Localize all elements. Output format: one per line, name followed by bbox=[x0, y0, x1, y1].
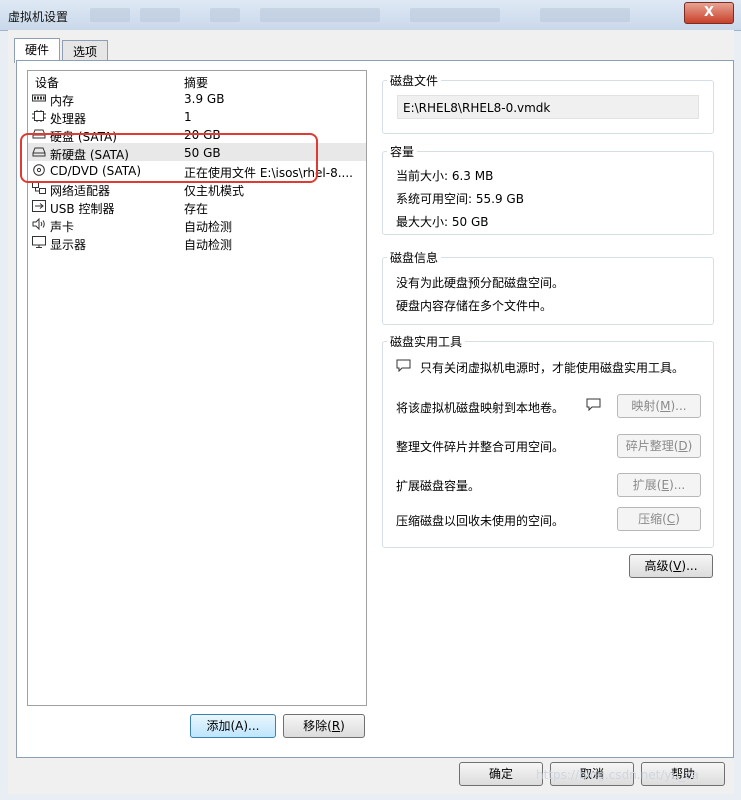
usb-icon bbox=[32, 200, 46, 212]
hard-disk-icon bbox=[32, 129, 46, 139]
close-button[interactable]: X bbox=[684, 2, 734, 24]
compact-label-suffix: ) bbox=[675, 512, 680, 526]
expand-button[interactable]: 扩展(E)... bbox=[617, 473, 701, 497]
background-toolbar-ghost bbox=[90, 8, 130, 22]
expand-label-suffix: )... bbox=[669, 478, 686, 492]
add-device-label: 添加(A)... bbox=[206, 719, 260, 733]
disk-file-group: 磁盘文件 E:\RHEL8\RHEL8-0.vmdk bbox=[382, 72, 714, 134]
memory-icon bbox=[32, 94, 46, 102]
device-row-usb[interactable]: USB 控制器 存在 bbox=[28, 197, 366, 216]
map-accesskey: M bbox=[660, 399, 671, 413]
disk-file-label: 磁盘文件 bbox=[387, 72, 442, 89]
disk-info-group: 磁盘信息 没有为此硬盘预分配磁盘空间。 硬盘内容存储在多个文件中。 bbox=[382, 249, 714, 325]
expand-description: 扩展磁盘容量。 bbox=[396, 479, 481, 493]
remove-label-suffix: ) bbox=[340, 719, 345, 733]
device-list-header: 设备 摘要 bbox=[28, 71, 366, 90]
map-label: 映射( bbox=[631, 399, 661, 413]
device-row-sound[interactable]: 声卡 自动检测 bbox=[28, 215, 366, 234]
tab-hardware-label: 硬件 bbox=[24, 43, 49, 57]
defrag-button[interactable]: 碎片整理(D) bbox=[617, 434, 701, 458]
expand-accesskey: E bbox=[661, 478, 670, 492]
ok-button[interactable]: 确定 bbox=[459, 762, 543, 786]
compact-accesskey: C bbox=[666, 512, 676, 526]
device-row-cpu[interactable]: 处理器 1 bbox=[28, 107, 366, 126]
close-icon: X bbox=[703, 5, 715, 20]
map-button[interactable]: 映射(M)... bbox=[617, 394, 701, 418]
watermark-url: https://blog.csdn.net/yu_ca bbox=[536, 768, 700, 782]
defrag-label-suffix: ) bbox=[687, 439, 693, 453]
capacity-label: 容量 bbox=[387, 143, 418, 160]
disk-info-label: 磁盘信息 bbox=[387, 249, 442, 266]
device-summary: 1 bbox=[184, 110, 192, 124]
remove-accesskey: R bbox=[331, 719, 341, 733]
background-toolbar-ghost bbox=[540, 8, 630, 22]
map-label-suffix: )... bbox=[670, 399, 687, 413]
info-message-icon bbox=[586, 398, 601, 411]
device-row-network[interactable]: 网络适配器 仅主机模式 bbox=[28, 179, 366, 198]
info-message-icon bbox=[396, 359, 411, 372]
device-summary: 20 GB bbox=[184, 128, 221, 142]
tab-options-label: 选项 bbox=[72, 45, 97, 59]
expand-label: 扩展( bbox=[632, 478, 662, 492]
cpu-icon bbox=[32, 110, 46, 122]
background-toolbar-ghost bbox=[210, 8, 240, 22]
remove-device-button[interactable]: 移除(R) bbox=[283, 714, 365, 738]
device-row-new-hard-disk[interactable]: 新硬盘 (SATA) 50 GB bbox=[28, 143, 366, 162]
cd-dvd-icon bbox=[33, 164, 45, 176]
disk-utilities-group: 磁盘实用工具 只有关闭虚拟机电源时，才能使用磁盘实用工具。 将该虚拟机磁盘映射到… bbox=[382, 333, 714, 548]
device-row-cd-dvd[interactable]: CD/DVD (SATA) 正在使用文件 E:\isos\rhel-8.... bbox=[28, 161, 366, 180]
settings-dialog: 硬件 选项 设备 摘要 内存 3.9 GB 处理器 1 硬盘 (SATA) 20… bbox=[8, 30, 734, 794]
defrag-description: 整理文件碎片并整合可用空间。 bbox=[396, 440, 565, 454]
device-list[interactable]: 设备 摘要 内存 3.9 GB 处理器 1 硬盘 (SATA) 20 GB 新硬… bbox=[27, 70, 367, 706]
advanced-label-suffix: )... bbox=[681, 559, 698, 573]
device-summary: 自动检测 bbox=[184, 238, 233, 252]
add-device-button[interactable]: 添加(A)... bbox=[190, 714, 276, 738]
disk-utilities-label: 磁盘实用工具 bbox=[387, 333, 466, 350]
device-row-monitor[interactable]: 显示器 自动检测 bbox=[28, 233, 366, 252]
device-name: 显示器 bbox=[50, 238, 87, 252]
max-size: 最大大小: 50 GB bbox=[396, 215, 489, 229]
device-row-hard-disk[interactable]: 硬盘 (SATA) 20 GB bbox=[28, 125, 366, 144]
background-toolbar-ghost bbox=[260, 8, 380, 22]
remove-label: 移除( bbox=[303, 719, 332, 733]
device-row-memory[interactable]: 内存 3.9 GB bbox=[28, 89, 366, 108]
map-description: 将该虚拟机磁盘映射到本地卷。 bbox=[396, 401, 565, 415]
compact-description: 压缩磁盘以回收未使用的空间。 bbox=[396, 514, 565, 528]
capacity-group: 容量 当前大小: 6.3 MB 系统可用空间: 55.9 GB 最大大小: 50… bbox=[382, 143, 714, 235]
hard-disk-icon bbox=[32, 147, 46, 157]
compact-button[interactable]: 压缩(C) bbox=[617, 507, 701, 531]
advanced-button[interactable]: 高级(V)... bbox=[629, 554, 713, 578]
monitor-icon bbox=[32, 236, 46, 248]
utilities-note: 只有关闭虚拟机电源时，才能使用磁盘实用工具。 bbox=[420, 361, 685, 375]
disk-file-path: E:\RHEL8\RHEL8-0.vmdk bbox=[397, 95, 699, 119]
defrag-accesskey: D bbox=[678, 439, 688, 453]
advanced-label: 高级( bbox=[644, 559, 674, 573]
title-bar: 虚拟机设置 X bbox=[0, 0, 741, 31]
window-title: 虚拟机设置 bbox=[8, 10, 69, 24]
ok-label: 确定 bbox=[488, 767, 513, 781]
sound-icon bbox=[32, 218, 45, 230]
device-summary: 3.9 GB bbox=[184, 92, 225, 106]
network-icon bbox=[32, 182, 46, 194]
disk-info-line: 没有为此硬盘预分配磁盘空间。 bbox=[396, 276, 565, 290]
available-space: 系统可用空间: 55.9 GB bbox=[396, 192, 524, 206]
background-toolbar-ghost bbox=[410, 8, 500, 22]
current-size: 当前大小: 6.3 MB bbox=[396, 169, 494, 183]
disk-info-line: 硬盘内容存储在多个文件中。 bbox=[396, 299, 553, 313]
device-name: CD/DVD (SATA) bbox=[50, 164, 142, 178]
compact-label: 压缩( bbox=[638, 512, 667, 526]
defrag-label: 碎片整理( bbox=[625, 439, 679, 453]
background-toolbar-ghost bbox=[140, 8, 180, 22]
device-summary: 50 GB bbox=[184, 146, 221, 160]
